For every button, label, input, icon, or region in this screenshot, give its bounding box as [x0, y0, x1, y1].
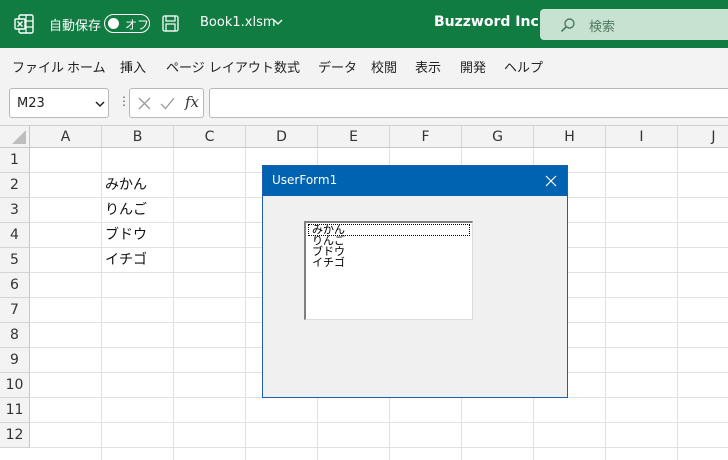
- insert-function-icon[interactable]: fx: [185, 93, 199, 111]
- company-name: Buzzword Inc.: [434, 14, 545, 30]
- column-header-c[interactable]: C: [174, 126, 246, 148]
- column-header-f[interactable]: F: [390, 126, 462, 148]
- row-header-1[interactable]: 1: [0, 148, 30, 173]
- menu-help[interactable]: ヘルプ: [504, 57, 543, 76]
- check-icon[interactable]: [160, 97, 175, 110]
- grid-line: [30, 422, 728, 423]
- menu-file[interactable]: ファイル: [12, 57, 64, 76]
- column-header-j[interactable]: J: [678, 126, 728, 148]
- grid-line: [677, 148, 678, 460]
- listbox-item[interactable]: イチゴ: [312, 257, 345, 268]
- row-header-9[interactable]: 9: [0, 348, 30, 373]
- excel-icon[interactable]: [14, 13, 34, 35]
- userform-dialog: UserForm1 みかん りんご ブドウ イチゴ: [262, 165, 568, 398]
- column-header-a[interactable]: A: [30, 126, 102, 148]
- grid-line: [605, 148, 606, 460]
- column-header-i[interactable]: I: [606, 126, 678, 148]
- row-header-3[interactable]: 3: [0, 198, 30, 223]
- save-icon[interactable]: [162, 15, 179, 32]
- column-header-b[interactable]: B: [102, 126, 174, 148]
- formula-buttons: fx: [129, 88, 204, 118]
- select-all-icon: [12, 130, 26, 144]
- chevron-down-icon[interactable]: [95, 100, 105, 108]
- cell-b5[interactable]: イチゴ: [105, 248, 147, 273]
- row-header-12[interactable]: 12: [0, 423, 30, 448]
- formula-input[interactable]: [209, 88, 728, 118]
- cell-b3[interactable]: りんご: [105, 198, 147, 223]
- menu-review[interactable]: 校閲: [371, 57, 397, 76]
- menu-home[interactable]: ホーム: [67, 57, 106, 76]
- row-header-7[interactable]: 7: [0, 298, 30, 323]
- cell-b2[interactable]: みかん: [105, 173, 147, 198]
- row-header-10[interactable]: 10: [0, 373, 30, 398]
- autosave-toggle[interactable]: オフ: [104, 14, 150, 33]
- search-box[interactable]: 検索: [540, 9, 728, 40]
- autosave-state: オフ: [125, 18, 150, 32]
- menu-view[interactable]: 表示: [415, 57, 441, 76]
- cancel-icon[interactable]: [138, 97, 151, 110]
- column-header-g[interactable]: G: [462, 126, 534, 148]
- autosave-label: 自動保存: [49, 19, 102, 34]
- menu-formulas[interactable]: 数式: [274, 57, 300, 76]
- menu-data[interactable]: データ: [318, 57, 357, 76]
- column-header-h[interactable]: H: [534, 126, 606, 148]
- row-header-5[interactable]: 5: [0, 248, 30, 273]
- chevron-down-icon[interactable]: [273, 17, 283, 27]
- listbox[interactable]: みかん りんご ブドウ イチゴ: [304, 221, 473, 320]
- title-bar: 自動保存 オフ Book1.xlsm Buzzword Inc. 検索: [0, 0, 728, 48]
- name-box-value: M23: [17, 96, 45, 111]
- userform-title: UserForm1: [272, 173, 338, 187]
- column-header-d[interactable]: D: [246, 126, 318, 148]
- search-placeholder: 検索: [589, 20, 616, 35]
- file-name[interactable]: Book1.xlsm: [200, 15, 276, 30]
- row-header-8[interactable]: 8: [0, 323, 30, 348]
- userform-title-bar[interactable]: UserForm1: [263, 166, 567, 196]
- row-header-4[interactable]: 4: [0, 223, 30, 248]
- cell-b4[interactable]: ブドウ: [105, 223, 147, 248]
- grid-line: [245, 148, 246, 460]
- grid-line: [30, 447, 728, 448]
- row-header-2[interactable]: 2: [0, 173, 30, 198]
- formula-bar: M23 ⋮ fx: [0, 84, 728, 126]
- toggle-knob: [108, 18, 119, 29]
- grid-line: [101, 148, 102, 460]
- row-header-6[interactable]: 6: [0, 273, 30, 298]
- select-all-button[interactable]: [0, 126, 30, 148]
- row-header-11[interactable]: 11: [0, 398, 30, 423]
- name-box[interactable]: M23: [9, 88, 109, 118]
- close-icon[interactable]: [545, 175, 557, 187]
- search-icon: [560, 18, 575, 33]
- grid-line: [173, 148, 174, 460]
- menu-developer[interactable]: 開発: [460, 57, 486, 76]
- menu-bar: ファイル ホーム 挿入 ページ レイアウト 数式 データ 校閲 表示 開発 ヘル…: [0, 48, 728, 84]
- menu-insert[interactable]: 挿入: [120, 57, 146, 76]
- menu-page-layout[interactable]: ページ レイアウト: [166, 57, 274, 76]
- column-header-e[interactable]: E: [318, 126, 390, 148]
